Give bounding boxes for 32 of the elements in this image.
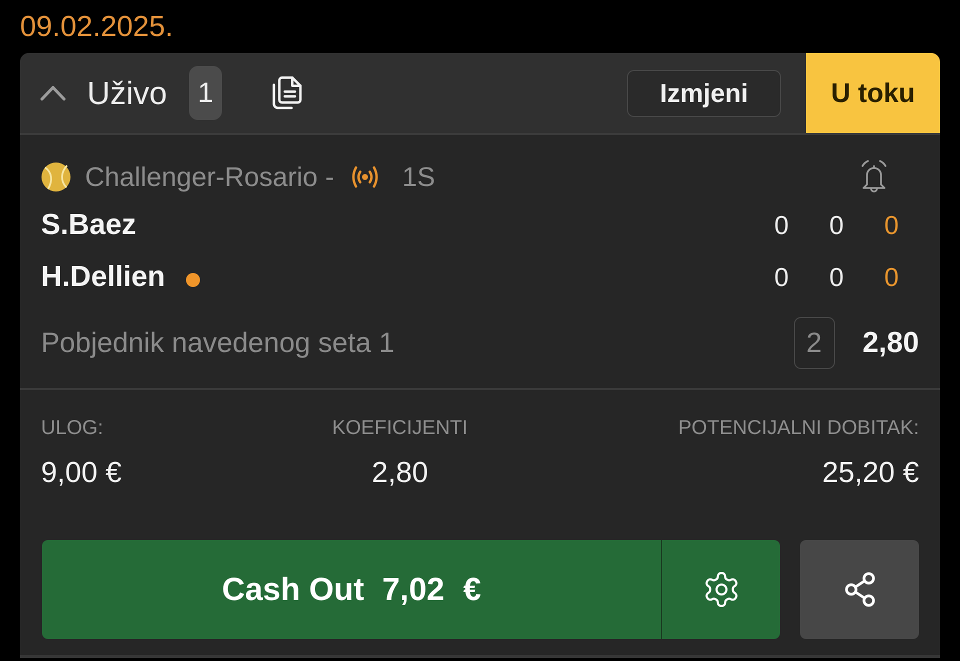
set-score: 0 <box>773 262 790 292</box>
section-title: Uživo <box>87 74 168 112</box>
player-name: H.Dellien <box>41 260 166 294</box>
set-score: 0 <box>883 262 900 292</box>
documents-icon[interactable] <box>271 76 304 110</box>
summary-value: 9,00 € <box>41 456 122 491</box>
filter-tab[interactable]: U toku <box>806 53 940 133</box>
set-score: 0 <box>773 210 790 240</box>
summary-label: POTENCIJALNI DOBITAK: <box>678 416 919 440</box>
chevron-up-icon[interactable] <box>40 85 66 101</box>
pick-badge: 2 <box>794 317 835 369</box>
count-badge: 1 <box>189 66 222 120</box>
cash-out-button[interactable]: Cash Out 7,02 € <box>42 540 661 639</box>
summary-label: ULOG: <box>41 416 104 440</box>
filter-tab[interactable]: Izmjeni <box>627 70 781 116</box>
summary-label: KOEFICIJENTI <box>332 416 468 440</box>
summary-value: 25,20 € <box>822 456 919 491</box>
cash-out-settings-button[interactable] <box>661 540 780 639</box>
settings-icon <box>704 572 738 607</box>
bet-date: 09.02.2025. <box>20 10 174 45</box>
summary-value: 2,80 <box>372 456 428 491</box>
market-name: Pobjednik navedenog seta 1 <box>41 327 394 359</box>
set-score: 0 <box>883 210 900 240</box>
share-button[interactable] <box>800 540 919 639</box>
share-icon <box>844 572 876 607</box>
set-indicator: 1S <box>402 162 436 192</box>
odds-value: 2,80 <box>862 326 919 360</box>
set-score: 0 <box>828 262 845 292</box>
player-name: S.Baez <box>41 208 136 242</box>
set-score: 0 <box>828 210 845 240</box>
tournament-name: Challenger-Rosario - <box>85 162 334 192</box>
tennis-ball-icon <box>41 162 71 192</box>
